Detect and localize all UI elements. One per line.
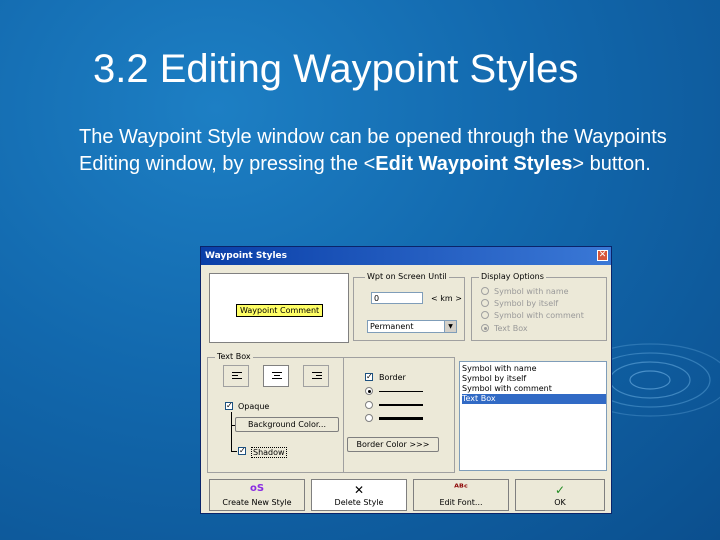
close-icon[interactable]: ✕ [597,250,608,261]
dialog-title: Waypoint Styles [205,251,288,261]
list-item[interactable]: Symbol with comment [462,384,606,394]
border-color-button[interactable]: Border Color >>> [347,437,439,452]
option-text-box: Text Box [494,324,528,333]
checkmark-icon: ✓ [554,483,566,497]
create-new-style-label: Create New Style [222,498,292,507]
align-right-button[interactable] [303,365,329,387]
slide-body: The Waypoint Style window can be opened … [79,124,679,178]
align-left-button[interactable] [223,365,249,387]
slide-body-bold: Edit Waypoint Styles [375,153,573,175]
delete-style-label: Delete Style [334,498,384,507]
radio-symbol-with-comment[interactable] [481,311,489,319]
dialog-titlebar[interactable]: Waypoint Styles ✕ [201,247,611,265]
tree-connector-branch-1 [231,425,235,426]
align-center-icon [272,371,282,381]
style-list[interactable]: Symbol with name Symbol by itself Symbol… [459,361,607,471]
border-checkbox[interactable]: ✓ [365,373,373,381]
align-right-icon [312,371,322,381]
radio-text-box[interactable] [481,324,489,332]
edit-font-button[interactable]: ᴬᴮᶜ Edit Font... [413,479,509,511]
border-thick-radio[interactable] [365,414,373,422]
list-item[interactable]: Symbol by itself [462,374,606,384]
opaque-checkbox[interactable]: ✓ [225,402,233,410]
medium-line-sample [379,404,423,406]
slide-title: 3.2 Editing Waypoint Styles [93,47,579,91]
text-box-label: Text Box [215,352,253,361]
option-symbol-by-itself: Symbol by itself [494,299,559,308]
wpt-value-input[interactable]: 0 [371,292,423,304]
slide-body-suffix: > button. [572,153,651,175]
shadow-label: Shadow [251,447,287,458]
waypoint-comment-preview: Waypoint Comment [236,304,324,317]
duration-value: Permanent [370,322,414,331]
group-divider [343,357,344,473]
option-symbol-with-comment: Symbol with comment [494,311,584,320]
wpt-unit-label: < km > [431,294,462,303]
delete-style-button[interactable]: ✕ Delete Style [311,479,407,511]
list-item[interactable]: Symbol with name [462,364,606,374]
list-item-selected[interactable]: Text Box [462,394,606,404]
style-preview: Waypoint Comment [209,273,349,343]
radio-symbol-by-itself[interactable] [481,299,489,307]
create-new-style-button[interactable]: oS Create New Style [209,479,305,511]
opaque-label: Opaque [238,402,270,411]
edit-font-label: Edit Font... [439,498,483,507]
delete-x-icon: ✕ [353,483,365,497]
ok-button[interactable]: ✓ OK [515,479,605,511]
border-thin-radio[interactable] [365,387,373,395]
chevron-down-icon[interactable]: ▼ [444,321,456,332]
background-color-button[interactable]: Background Color... [235,417,339,432]
align-center-button[interactable] [263,365,289,387]
font-icon: ᴬᴮᶜ [454,483,468,494]
border-medium-radio[interactable] [365,401,373,409]
border-label: Border [379,373,406,382]
tree-connector [231,412,232,452]
duration-select[interactable]: Permanent ▼ [367,320,457,333]
radio-symbol-with-name[interactable] [481,287,489,295]
tree-connector-branch-2 [231,451,237,452]
shadow-checkbox[interactable]: ✓ [238,447,246,455]
ok-label: OK [554,498,566,507]
thin-line-sample [379,391,423,392]
display-options-label: Display Options [479,272,546,281]
waypoint-styles-dialog: Waypoint Styles ✕ Waypoint Comment Wpt o… [200,246,612,514]
thick-line-sample [379,417,423,420]
new-style-icon: oS [249,483,265,494]
wpt-on-screen-label: Wpt on Screen Until [365,272,449,281]
option-symbol-with-name: Symbol with name [494,287,569,296]
align-left-icon [232,371,242,381]
